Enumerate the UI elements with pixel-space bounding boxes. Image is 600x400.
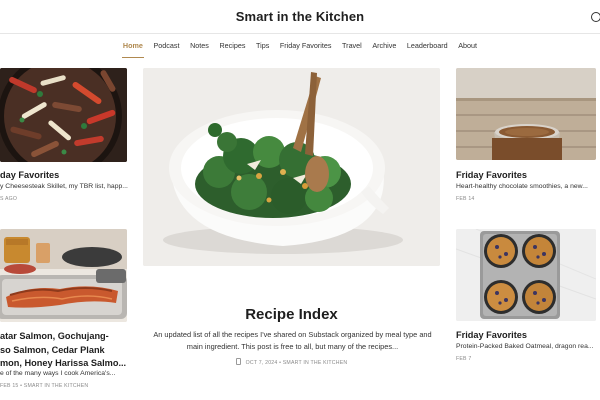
post-title[interactable]: Friday Favorites	[456, 170, 527, 180]
nav-item-travel[interactable]: Travel	[337, 41, 367, 51]
post-title[interactable]: atar Salmon, Gochujang- so Salmon, Cedar…	[0, 330, 126, 371]
post-subtitle: y Cheesesteak Skillet, my TBR list, happ…	[0, 183, 128, 190]
site-title[interactable]: Smart in the Kitchen	[0, 9, 600, 24]
post-title-line-1: atar Salmon, Gochujang-	[0, 331, 109, 341]
smoothie-illustration	[456, 68, 596, 160]
post-subtitle: e of the many ways I cook America's...	[0, 370, 116, 377]
salmon-illustration	[0, 229, 127, 322]
post-image-chocolate-smoothie[interactable]	[456, 68, 596, 160]
featured-post-meta: OCT 7, 2024 • SMART IN THE KITCHEN	[143, 358, 440, 366]
salad-bowl-illustration	[143, 68, 440, 266]
nav-item-archive[interactable]: Archive	[367, 41, 402, 51]
featured-post-title[interactable]: Recipe Index	[143, 306, 440, 323]
author-avatar-icon	[235, 358, 241, 365]
nav-item-about[interactable]: About	[453, 41, 482, 51]
skillet-food-illustration	[0, 68, 127, 162]
post-image-baked-oatmeal[interactable]	[456, 229, 596, 321]
post-image-salmon[interactable]	[0, 229, 127, 322]
post-image-kale-salad[interactable]	[143, 68, 440, 266]
baked-oatmeal-illustration	[456, 229, 596, 321]
site-header: Smart in the Kitchen	[0, 0, 600, 34]
post-meta: S AGO	[0, 196, 18, 202]
nav-item-notes[interactable]: Notes	[185, 41, 214, 51]
nav-item-podcast[interactable]: Podcast	[148, 41, 185, 51]
post-meta: FEB 7	[456, 356, 472, 362]
post-title[interactable]: Friday Favorites	[456, 330, 527, 340]
post-image-cheesesteak-skillet[interactable]	[0, 68, 127, 162]
nav-item-friday-favorites[interactable]: Friday Favorites	[275, 41, 337, 51]
post-subtitle: Protein-Packed Baked Oatmeal, dragon rea…	[456, 343, 594, 350]
featured-post-description: An updated list of all the recipes I've …	[153, 330, 432, 351]
nav-item-recipes[interactable]: Recipes	[214, 41, 251, 51]
nav-item-home[interactable]: Home	[118, 41, 149, 58]
post-meta: FEB 15 • SMART IN THE KITCHEN	[0, 383, 89, 389]
search-icon[interactable]	[588, 10, 600, 24]
nav-item-tips[interactable]: Tips	[251, 41, 275, 51]
nav-item-leaderboard[interactable]: Leaderboard	[402, 41, 453, 51]
post-subtitle: Heart-healthy chocolate smoothies, a new…	[456, 183, 588, 190]
post-meta: FEB 14	[456, 196, 475, 202]
post-title[interactable]: day Favorites	[0, 170, 59, 180]
main-nav: Home Podcast Notes Recipes Tips Friday F…	[0, 34, 600, 58]
featured-post-meta-text: OCT 7, 2024 • SMART IN THE KITCHEN	[245, 360, 348, 366]
post-title-line-2: so Salmon, Cedar Plank	[0, 344, 105, 355]
post-title-line-3: mon, Honey Harissa Salmo...	[0, 358, 127, 368]
